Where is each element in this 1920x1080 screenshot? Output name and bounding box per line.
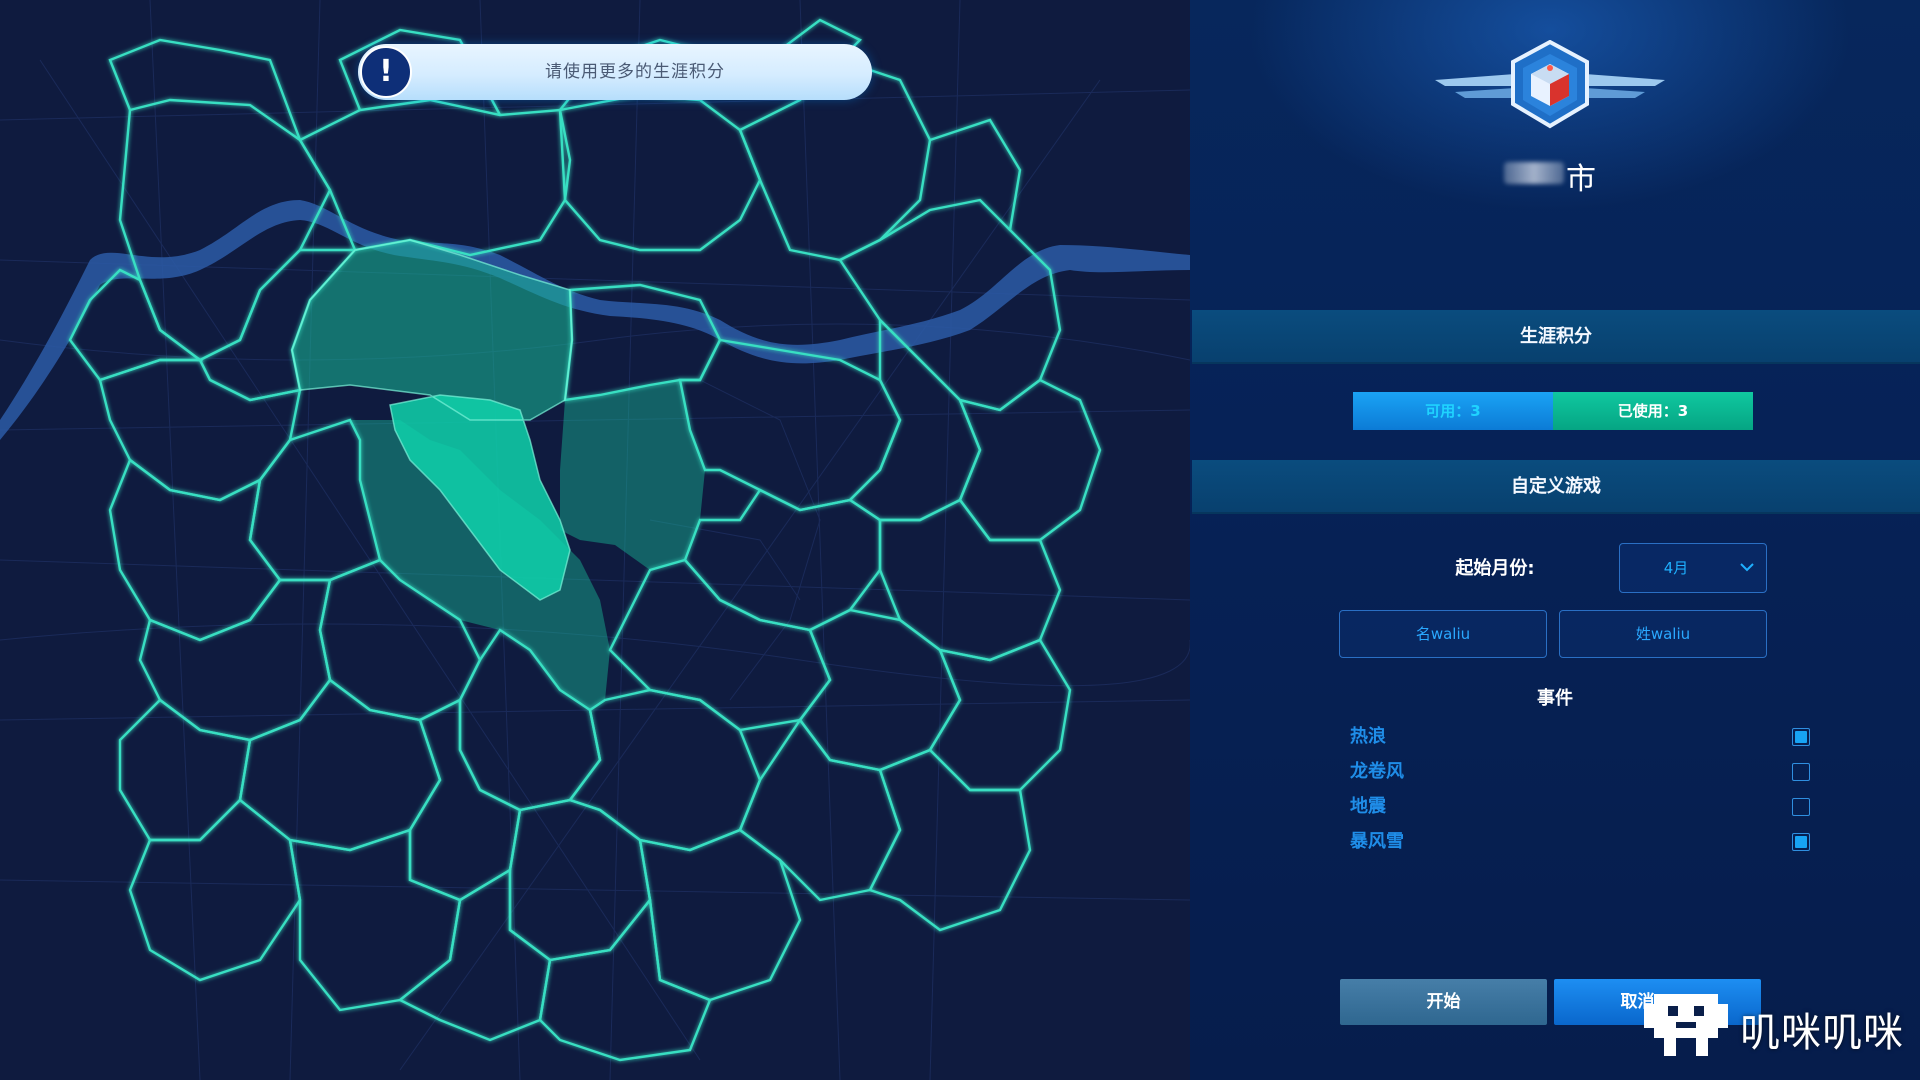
watermark-mascot-icon xyxy=(1644,994,1728,1056)
event-label: 暴风雪 xyxy=(1350,831,1404,852)
exclamation-icon: ! xyxy=(360,46,412,98)
event-row-earthquake[interactable]: 地震 xyxy=(1350,793,1810,821)
event-row-tornado[interactable]: 龙卷风 xyxy=(1350,758,1810,786)
notification-toast: ! 请使用更多的生涯积分 xyxy=(358,44,872,100)
toast-message: 请使用更多的生涯积分 xyxy=(545,62,725,82)
custom-game-header: 自定义游戏 xyxy=(1192,460,1920,514)
events-title: 事件 xyxy=(1537,688,1573,709)
city-name: 市 xyxy=(1500,150,1620,197)
start-month-label: 起始月份: xyxy=(1455,558,1535,579)
credits-used: 已使用：3 xyxy=(1553,392,1753,430)
first-name-field[interactable]: 名waliu xyxy=(1339,610,1547,658)
event-checkbox[interactable] xyxy=(1792,728,1810,746)
map-view[interactable]: ! 请使用更多的生涯积分 xyxy=(0,0,1190,1080)
event-checkbox[interactable] xyxy=(1792,763,1810,781)
event-checkbox[interactable] xyxy=(1792,798,1810,816)
event-row-heatwave[interactable]: 热浪 xyxy=(1350,723,1810,751)
start-month-value: 4月 xyxy=(1663,559,1689,577)
event-label: 热浪 xyxy=(1350,726,1386,747)
event-label: 龙卷风 xyxy=(1350,761,1404,782)
start-month-select[interactable]: 4月 xyxy=(1619,543,1767,593)
region-map[interactable] xyxy=(0,0,1190,1080)
city-name-redacted xyxy=(1504,162,1564,184)
region-east-selected[interactable] xyxy=(560,380,705,570)
career-credits-header: 生涯积分 xyxy=(1192,310,1920,364)
event-checkbox[interactable] xyxy=(1792,833,1810,851)
credits-available: 可用：3 xyxy=(1353,392,1553,430)
start-button[interactable]: 开始 xyxy=(1340,979,1547,1025)
event-label: 地震 xyxy=(1350,796,1386,817)
watermark-text: 叽咪叽咪 xyxy=(1740,1010,1904,1056)
last-name-field[interactable]: 姓waliu xyxy=(1559,610,1767,658)
city-suffix: 市 xyxy=(1566,162,1596,197)
winged-shield-logo xyxy=(1435,40,1665,129)
chevron-down-icon xyxy=(1740,563,1754,572)
settings-panel: 市 生涯积分 可用：3 已使用：3 自定义游戏 起始月份: 4月 名waliu … xyxy=(1190,0,1920,1080)
region-northwest[interactable] xyxy=(292,240,572,420)
event-row-blizzard[interactable]: 暴风雪 xyxy=(1350,828,1810,856)
credits-bar: 可用：3 已使用：3 xyxy=(1353,392,1753,430)
